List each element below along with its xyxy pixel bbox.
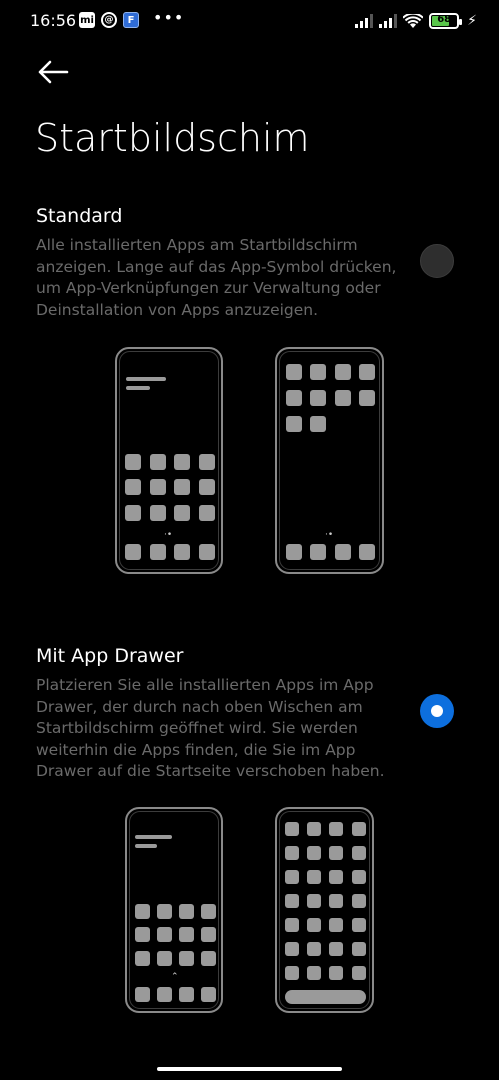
back-arrow-icon bbox=[38, 60, 69, 84]
status-bar: 16:56 mi @ F ••• 68 ⚡ bbox=[0, 0, 499, 44]
app-drawer-preview-drawer[interactable] bbox=[275, 807, 374, 1013]
option-standard-title[interactable]: Standard bbox=[36, 205, 122, 227]
battery-icon: 68 bbox=[429, 13, 463, 29]
page-title: Startbildschim bbox=[35, 116, 310, 160]
at-icon: @ bbox=[101, 12, 117, 28]
option-app-drawer-radio[interactable] bbox=[420, 694, 454, 728]
standard-preview-page2[interactable]: ·• bbox=[275, 347, 384, 574]
charging-icon: ⚡ bbox=[467, 13, 477, 29]
option-app-drawer-title[interactable]: Mit App Drawer bbox=[36, 645, 183, 667]
home-indicator[interactable] bbox=[157, 1067, 342, 1071]
system-icons: 68 ⚡ bbox=[355, 13, 477, 29]
battery-level: 68 bbox=[437, 14, 452, 25]
app-box-icon: F bbox=[123, 12, 139, 28]
notification-icons: mi @ F ••• bbox=[79, 8, 184, 28]
signal-icon-2 bbox=[379, 14, 398, 28]
mi-icon: mi bbox=[79, 12, 95, 28]
app-drawer-preview-home[interactable]: ⌃ bbox=[125, 807, 223, 1013]
back-button[interactable] bbox=[36, 58, 70, 86]
option-app-drawer-description: Platzieren Sie alle installierten Apps i… bbox=[36, 676, 385, 780]
more-notifications-icon: ••• bbox=[153, 7, 185, 27]
option-standard-radio[interactable] bbox=[420, 244, 454, 278]
option-standard-description: Alle installierten Apps am Startbildschi… bbox=[36, 236, 397, 319]
status-time: 16:56 bbox=[30, 11, 77, 30]
signal-icon bbox=[355, 14, 374, 28]
wifi-icon bbox=[403, 13, 424, 28]
standard-preview-home[interactable]: ·• bbox=[115, 347, 223, 574]
